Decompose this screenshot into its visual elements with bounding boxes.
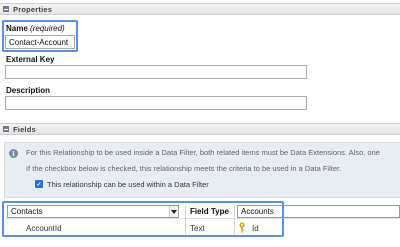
mapping-highlight [2, 201, 284, 237]
properties-section-title: Properties [13, 4, 53, 14]
data-filter-checkbox-label[interactable]: This relationship can be used within a D… [47, 180, 209, 189]
info-icon: i [9, 149, 18, 158]
description-label: Description [6, 86, 51, 95]
checkmark-icon: ✓ [36, 181, 42, 188]
properties-section-header[interactable]: Properties [0, 3, 400, 15]
external-key-label: External Key [6, 55, 55, 64]
name-field-highlight [2, 20, 78, 52]
description-input[interactable] [5, 96, 307, 110]
fields-section-header[interactable]: Fields [0, 123, 400, 135]
data-filter-checkbox[interactable]: ✓ [35, 180, 43, 188]
collapse-icon[interactable] [3, 126, 9, 132]
fields-section-title: Fields [13, 124, 36, 134]
collapse-icon[interactable] [3, 6, 9, 12]
info-text-line2: If the checkbox below is checked, this r… [26, 164, 342, 173]
external-key-input[interactable] [5, 65, 307, 79]
info-text-line1: For this Relationship to be used inside … [26, 148, 380, 157]
